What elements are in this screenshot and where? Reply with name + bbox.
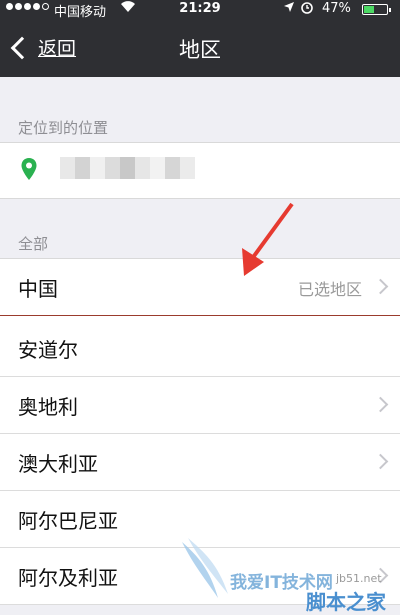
region-name: 安道尔 bbox=[18, 338, 78, 362]
region-name: 阿尔及利亚 bbox=[18, 566, 118, 590]
page-title: 地区 bbox=[179, 38, 221, 62]
location-pin-icon bbox=[21, 158, 37, 180]
region-row-china[interactable]: 中国 已选地区 bbox=[0, 259, 400, 316]
chevron-right-icon bbox=[372, 453, 389, 470]
region-row-austria[interactable]: 奥地利 bbox=[0, 377, 400, 434]
chevron-right-icon bbox=[372, 278, 389, 295]
battery-percent: 47% bbox=[322, 1, 351, 16]
navigation-bar: 返回 地区 bbox=[0, 20, 400, 77]
blurred-location-text bbox=[60, 157, 195, 179]
region-name: 澳大利亚 bbox=[18, 452, 98, 476]
region-row-algeria[interactable]: 阿尔及利亚 bbox=[0, 548, 400, 605]
location-arrow-icon bbox=[283, 1, 295, 16]
all-section-header: 全部 bbox=[18, 235, 49, 253]
region-row-albania[interactable]: 阿尔巴尼亚 bbox=[0, 491, 400, 548]
location-section-header: 定位到的位置 bbox=[18, 119, 109, 137]
status-bar: 中国移动 21:29 47% bbox=[0, 0, 400, 20]
region-row-andorra[interactable]: 安道尔 bbox=[0, 320, 400, 377]
chevron-right-icon bbox=[372, 396, 389, 413]
region-row-australia[interactable]: 澳大利亚 bbox=[0, 434, 400, 491]
region-name: 阿尔巴尼亚 bbox=[18, 509, 118, 533]
region-name: 中国 bbox=[18, 277, 58, 301]
current-location-row[interactable] bbox=[0, 142, 400, 199]
alarm-clock-icon bbox=[300, 0, 314, 18]
chevron-right-icon bbox=[372, 567, 389, 584]
region-list: 中国 已选地区 安道尔 奥地利 澳大利亚 阿尔巴尼亚 阿尔及利亚 bbox=[0, 258, 400, 605]
battery-icon bbox=[362, 4, 391, 15]
region-name: 奥地利 bbox=[18, 395, 78, 419]
selected-region-badge: 已选地区 bbox=[297, 280, 362, 299]
top-bar: 中国移动 21:29 47% 返回 地区 bbox=[0, 0, 400, 77]
